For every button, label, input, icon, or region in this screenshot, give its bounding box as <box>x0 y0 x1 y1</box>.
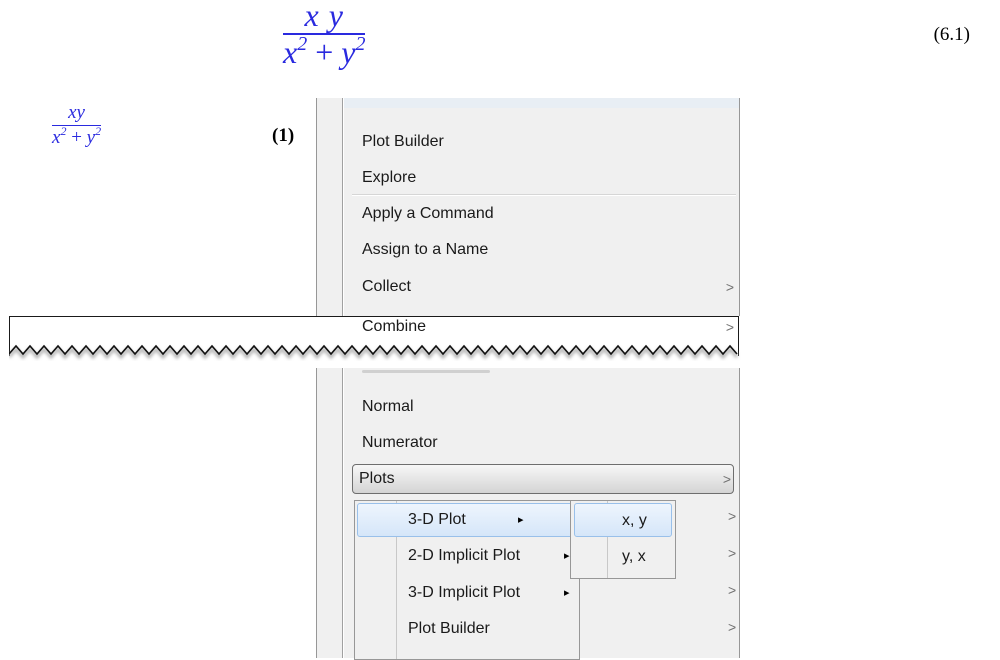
output-equation-1[interactable]: xy x2 + y2 <box>52 102 102 149</box>
menu-item-apply-command[interactable]: Apply a Command <box>356 198 738 230</box>
equation-numerator: x y <box>304 0 344 33</box>
equation-label: (1) <box>272 125 295 146</box>
submenu-arrow-icon: > <box>725 279 734 295</box>
submenu-item-3d-implicit-plot[interactable]: 3-D Implicit Plot ▸ <box>408 577 570 609</box>
submenu-arrow-icon: > <box>728 545 737 561</box>
menu-item-collect[interactable]: Collect > <box>356 271 738 303</box>
submenu-arrow-icon: > <box>728 508 737 524</box>
submenu-item-2d-implicit-plot[interactable]: 2-D Implicit Plot ▸ <box>408 540 570 572</box>
menu-separator <box>352 194 736 196</box>
submenu-arrow-icon: > <box>728 582 737 598</box>
triangle-right-icon: ▸ <box>564 587 570 599</box>
submenu-item-3d-plot[interactable]: 3-D Plot ▸ <box>408 504 524 536</box>
menu-item-plot-builder[interactable]: Plot Builder <box>356 126 738 158</box>
equation-denominator: x2 + y2 <box>283 33 366 70</box>
menu-item-plots[interactable]: Plots > <box>352 464 734 494</box>
triangle-right-icon: ▸ <box>564 550 570 562</box>
menu-item-numerator[interactable]: Numerator <box>356 427 738 459</box>
equation-label: (6.1) <box>933 24 970 45</box>
menu-top-strip <box>344 98 739 108</box>
menu-item-normal[interactable]: Normal <box>356 391 738 423</box>
submenu-item-x-y[interactable]: x, y <box>622 505 647 537</box>
menu-item-hidden-fragment <box>362 366 502 376</box>
menu-gutter-divider-highlight <box>343 98 344 658</box>
triangle-right-icon: ▸ <box>518 514 524 526</box>
output-equation-6-1: x y x2 + y2 <box>283 0 366 70</box>
submenu-arrow-icon: > <box>722 471 731 487</box>
menu-item-assign-to-name[interactable]: Assign to a Name <box>356 234 738 266</box>
menu-item-explore[interactable]: Explore <box>356 162 738 194</box>
equation-denominator: x2 + y2 <box>52 124 102 148</box>
submenu-arrow-icon: > <box>728 619 737 635</box>
submenu-item-y-x[interactable]: y, x <box>622 541 646 573</box>
submenu-item-plot-builder[interactable]: Plot Builder <box>408 613 490 645</box>
equation-numerator: xy <box>68 102 85 123</box>
